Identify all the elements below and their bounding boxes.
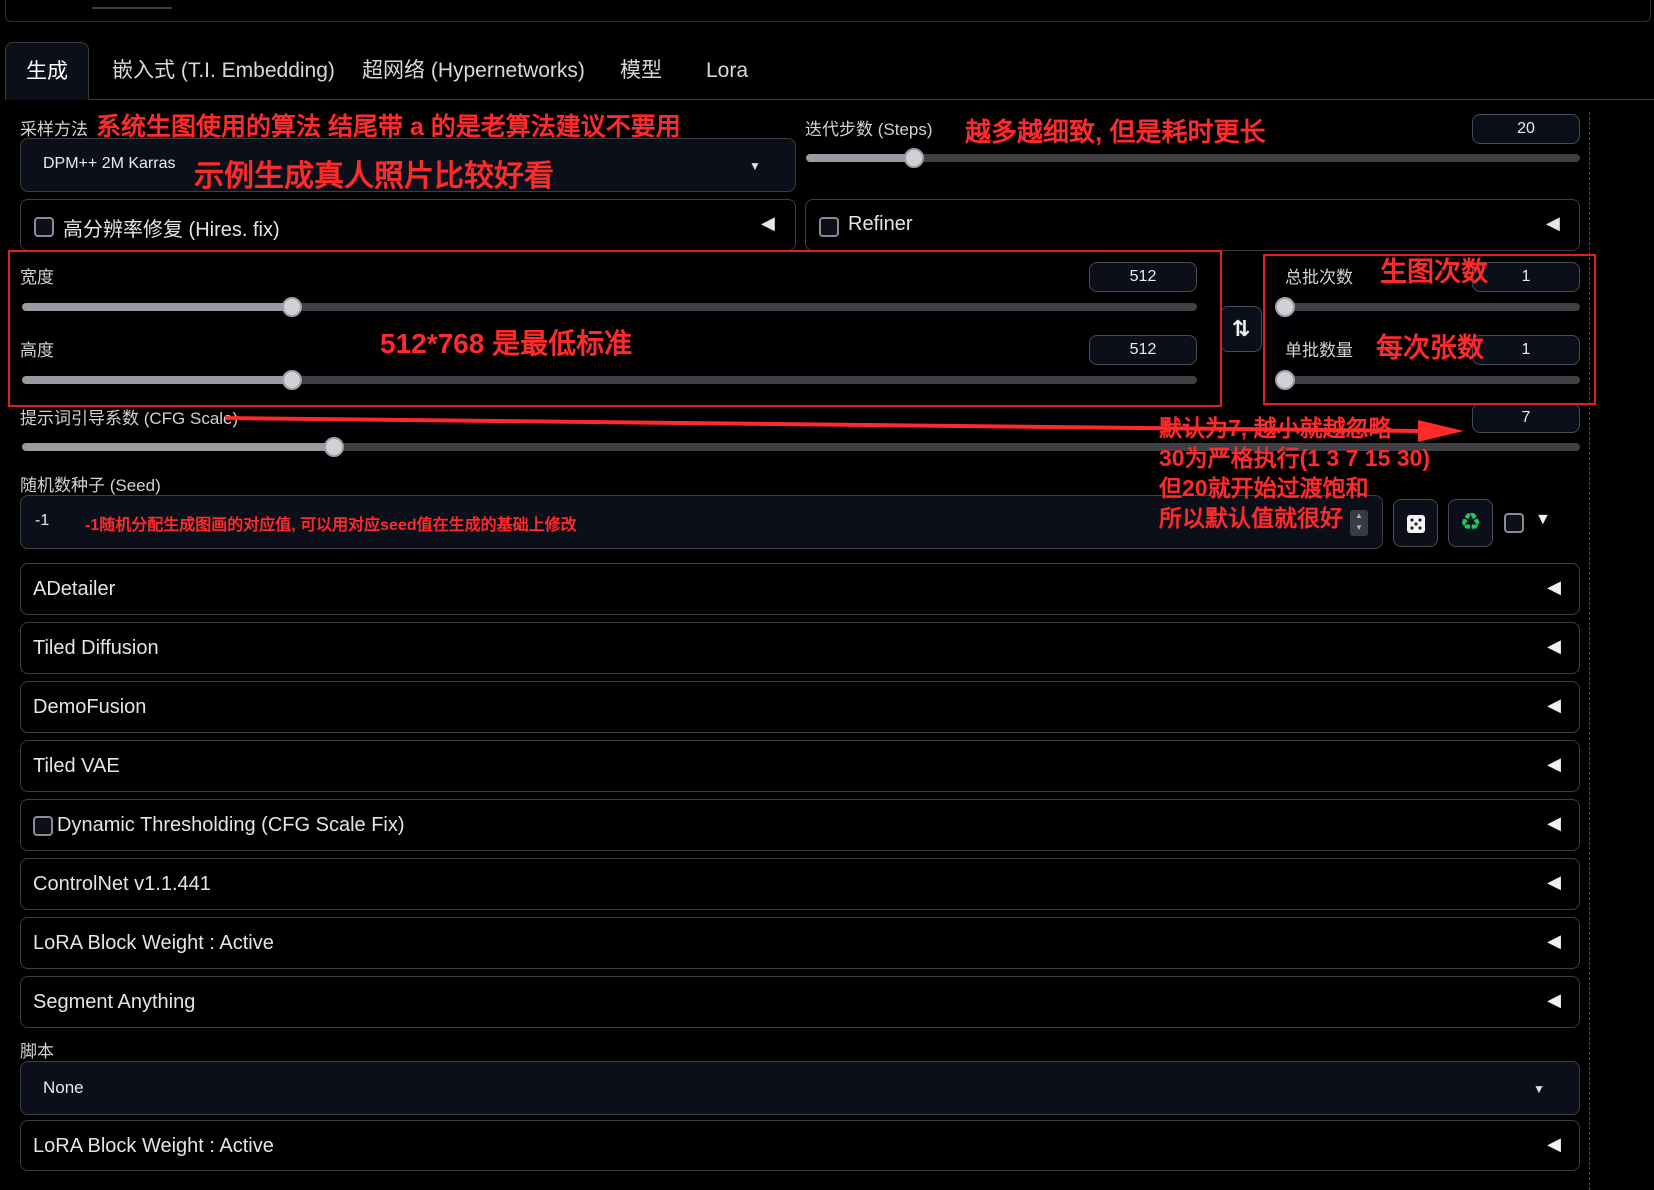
annotation-arrow-icon xyxy=(224,416,1464,442)
annotation-cfg-note-2: 30为严格执行(1 3 7 15 30) xyxy=(1159,445,1431,471)
annotation-cfg-note-4: 所以默认值就很好 xyxy=(1159,505,1343,531)
annotation-seed-note: -1随机分配生成图画的对应值, 可以用对应seed值在生成的基础上修改 xyxy=(85,517,577,534)
annotation-cfg-note-3: 但20就开始过渡饱和 xyxy=(1159,475,1369,501)
annotation-cfg-note-1: 默认为7, 越小就越忽略 xyxy=(1159,415,1392,441)
